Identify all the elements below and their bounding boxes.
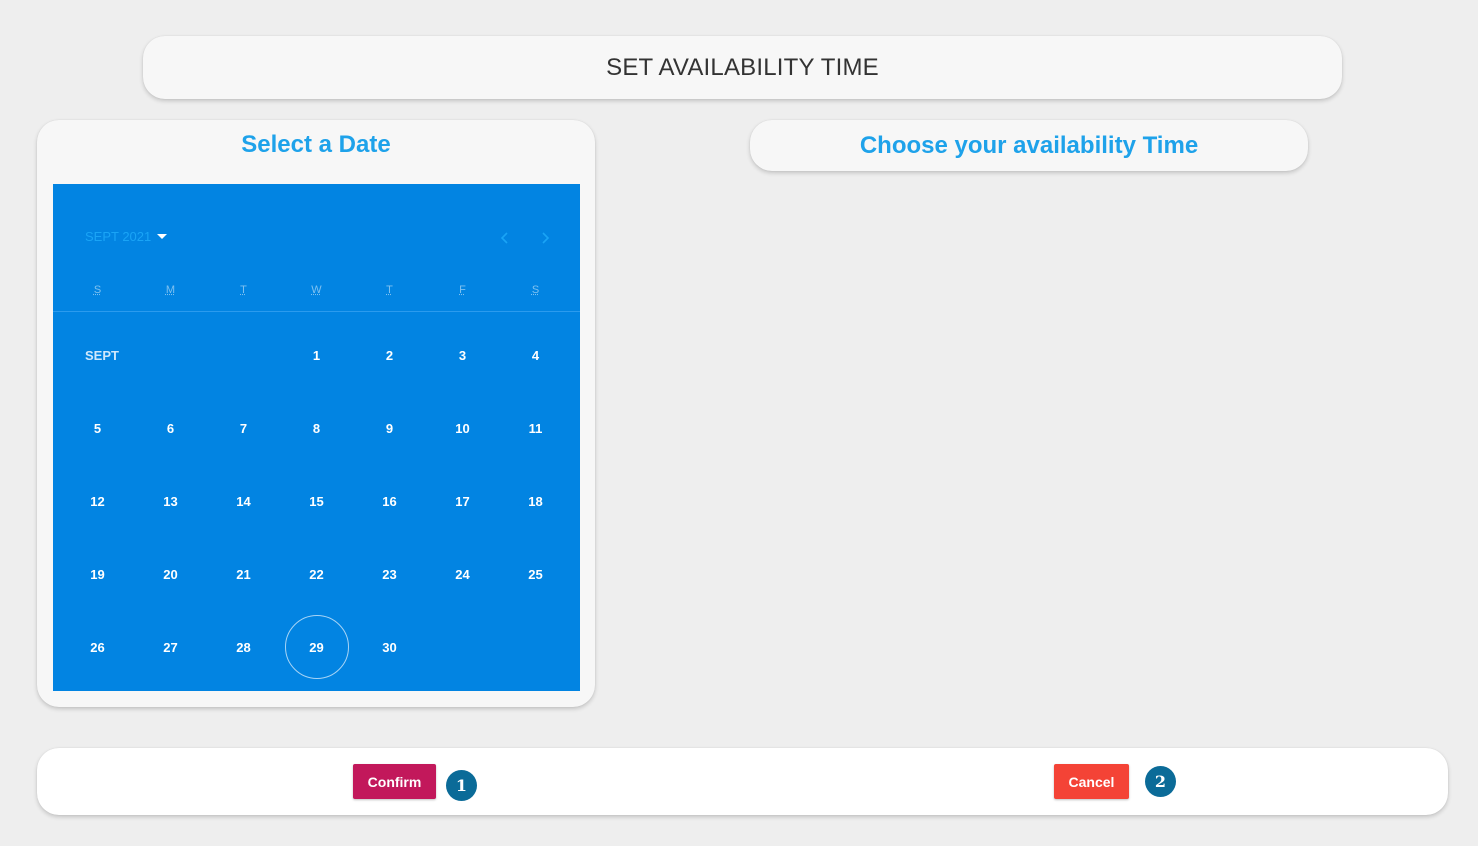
calendar-day[interactable]: 5 <box>66 396 130 460</box>
calendar-day[interactable]: 20 <box>139 542 203 606</box>
page-title: SET AVAILABILITY TIME <box>606 53 879 81</box>
month-year-label: SEPT 2021 <box>85 229 152 244</box>
calendar-day[interactable]: 1 <box>285 323 349 387</box>
weekday-header: S M T W T F S <box>61 284 572 300</box>
calendar-day[interactable]: 2 <box>358 323 422 387</box>
weekday-label: W <box>311 284 322 296</box>
calendar-day[interactable]: 27 <box>139 615 203 679</box>
calendar-day[interactable]: 10 <box>431 396 495 460</box>
calendar-day[interactable]: 22 <box>285 542 349 606</box>
calendar-day-selected[interactable]: 29 <box>284 615 349 679</box>
weekday-label: T <box>386 284 393 296</box>
date-panel-title: Select a Date <box>241 131 391 158</box>
header-card: SET AVAILABILITY TIME <box>143 36 1342 99</box>
step-badge: 2 <box>1145 766 1176 797</box>
weekday-label: F <box>459 284 466 296</box>
cancel-button[interactable]: Cancel <box>1054 764 1129 799</box>
calendar-day[interactable]: 18 <box>504 469 568 533</box>
month-year-selector[interactable]: SEPT 2021 <box>85 229 168 244</box>
calendar-day[interactable]: 21 <box>212 542 276 606</box>
calendar-day[interactable]: 17 <box>431 469 495 533</box>
calendar-day[interactable]: 11 <box>504 396 568 460</box>
calendar-day[interactable]: 28 <box>212 615 276 679</box>
calendar-day[interactable]: 26 <box>66 615 130 679</box>
calendar-day[interactable]: 9 <box>358 396 422 460</box>
calendar-day[interactable]: 13 <box>139 469 203 533</box>
weekday-label: S <box>531 284 540 296</box>
calendar-day[interactable]: 12 <box>66 469 130 533</box>
calendar-day[interactable]: 23 <box>358 542 422 606</box>
chevron-left-icon[interactable] <box>495 228 515 248</box>
month-row-label: SEPT <box>85 348 119 363</box>
calendar: SEPT 2021 S M T W T F S SEPT 1 2 3 4 5 6 7 8 9 10… <box>53 184 580 691</box>
chevron-right-icon[interactable] <box>535 228 555 248</box>
weekday-label: S <box>93 284 102 296</box>
footer-actions: Confirm 1 Cancel 2 <box>37 748 1448 815</box>
confirm-button[interactable]: Confirm <box>353 764 436 799</box>
calendar-day[interactable]: 7 <box>212 396 276 460</box>
weekday-label: T <box>240 284 247 296</box>
calendar-day[interactable]: 3 <box>431 323 495 387</box>
calendar-day[interactable]: 25 <box>504 542 568 606</box>
weekday-label: M <box>165 284 176 296</box>
caret-down-icon <box>157 234 168 239</box>
calendar-day[interactable]: 15 <box>285 469 349 533</box>
date-panel: Select a Date SEPT 2021 S M T W T F S SE… <box>37 120 595 707</box>
calendar-day[interactable]: 24 <box>431 542 495 606</box>
calendar-day[interactable]: 6 <box>139 396 203 460</box>
time-panel-title: Choose your availability Time <box>859 131 1199 159</box>
divider <box>53 311 580 312</box>
calendar-day[interactable]: 8 <box>285 396 349 460</box>
step-badge: 1 <box>446 770 477 801</box>
calendar-day[interactable]: 14 <box>212 469 276 533</box>
calendar-day[interactable]: 16 <box>358 469 422 533</box>
calendar-day[interactable]: 19 <box>66 542 130 606</box>
calendar-day[interactable]: 4 <box>504 323 568 387</box>
calendar-day[interactable]: 30 <box>358 615 422 679</box>
time-panel: Choose your availability Time <box>750 120 1308 171</box>
